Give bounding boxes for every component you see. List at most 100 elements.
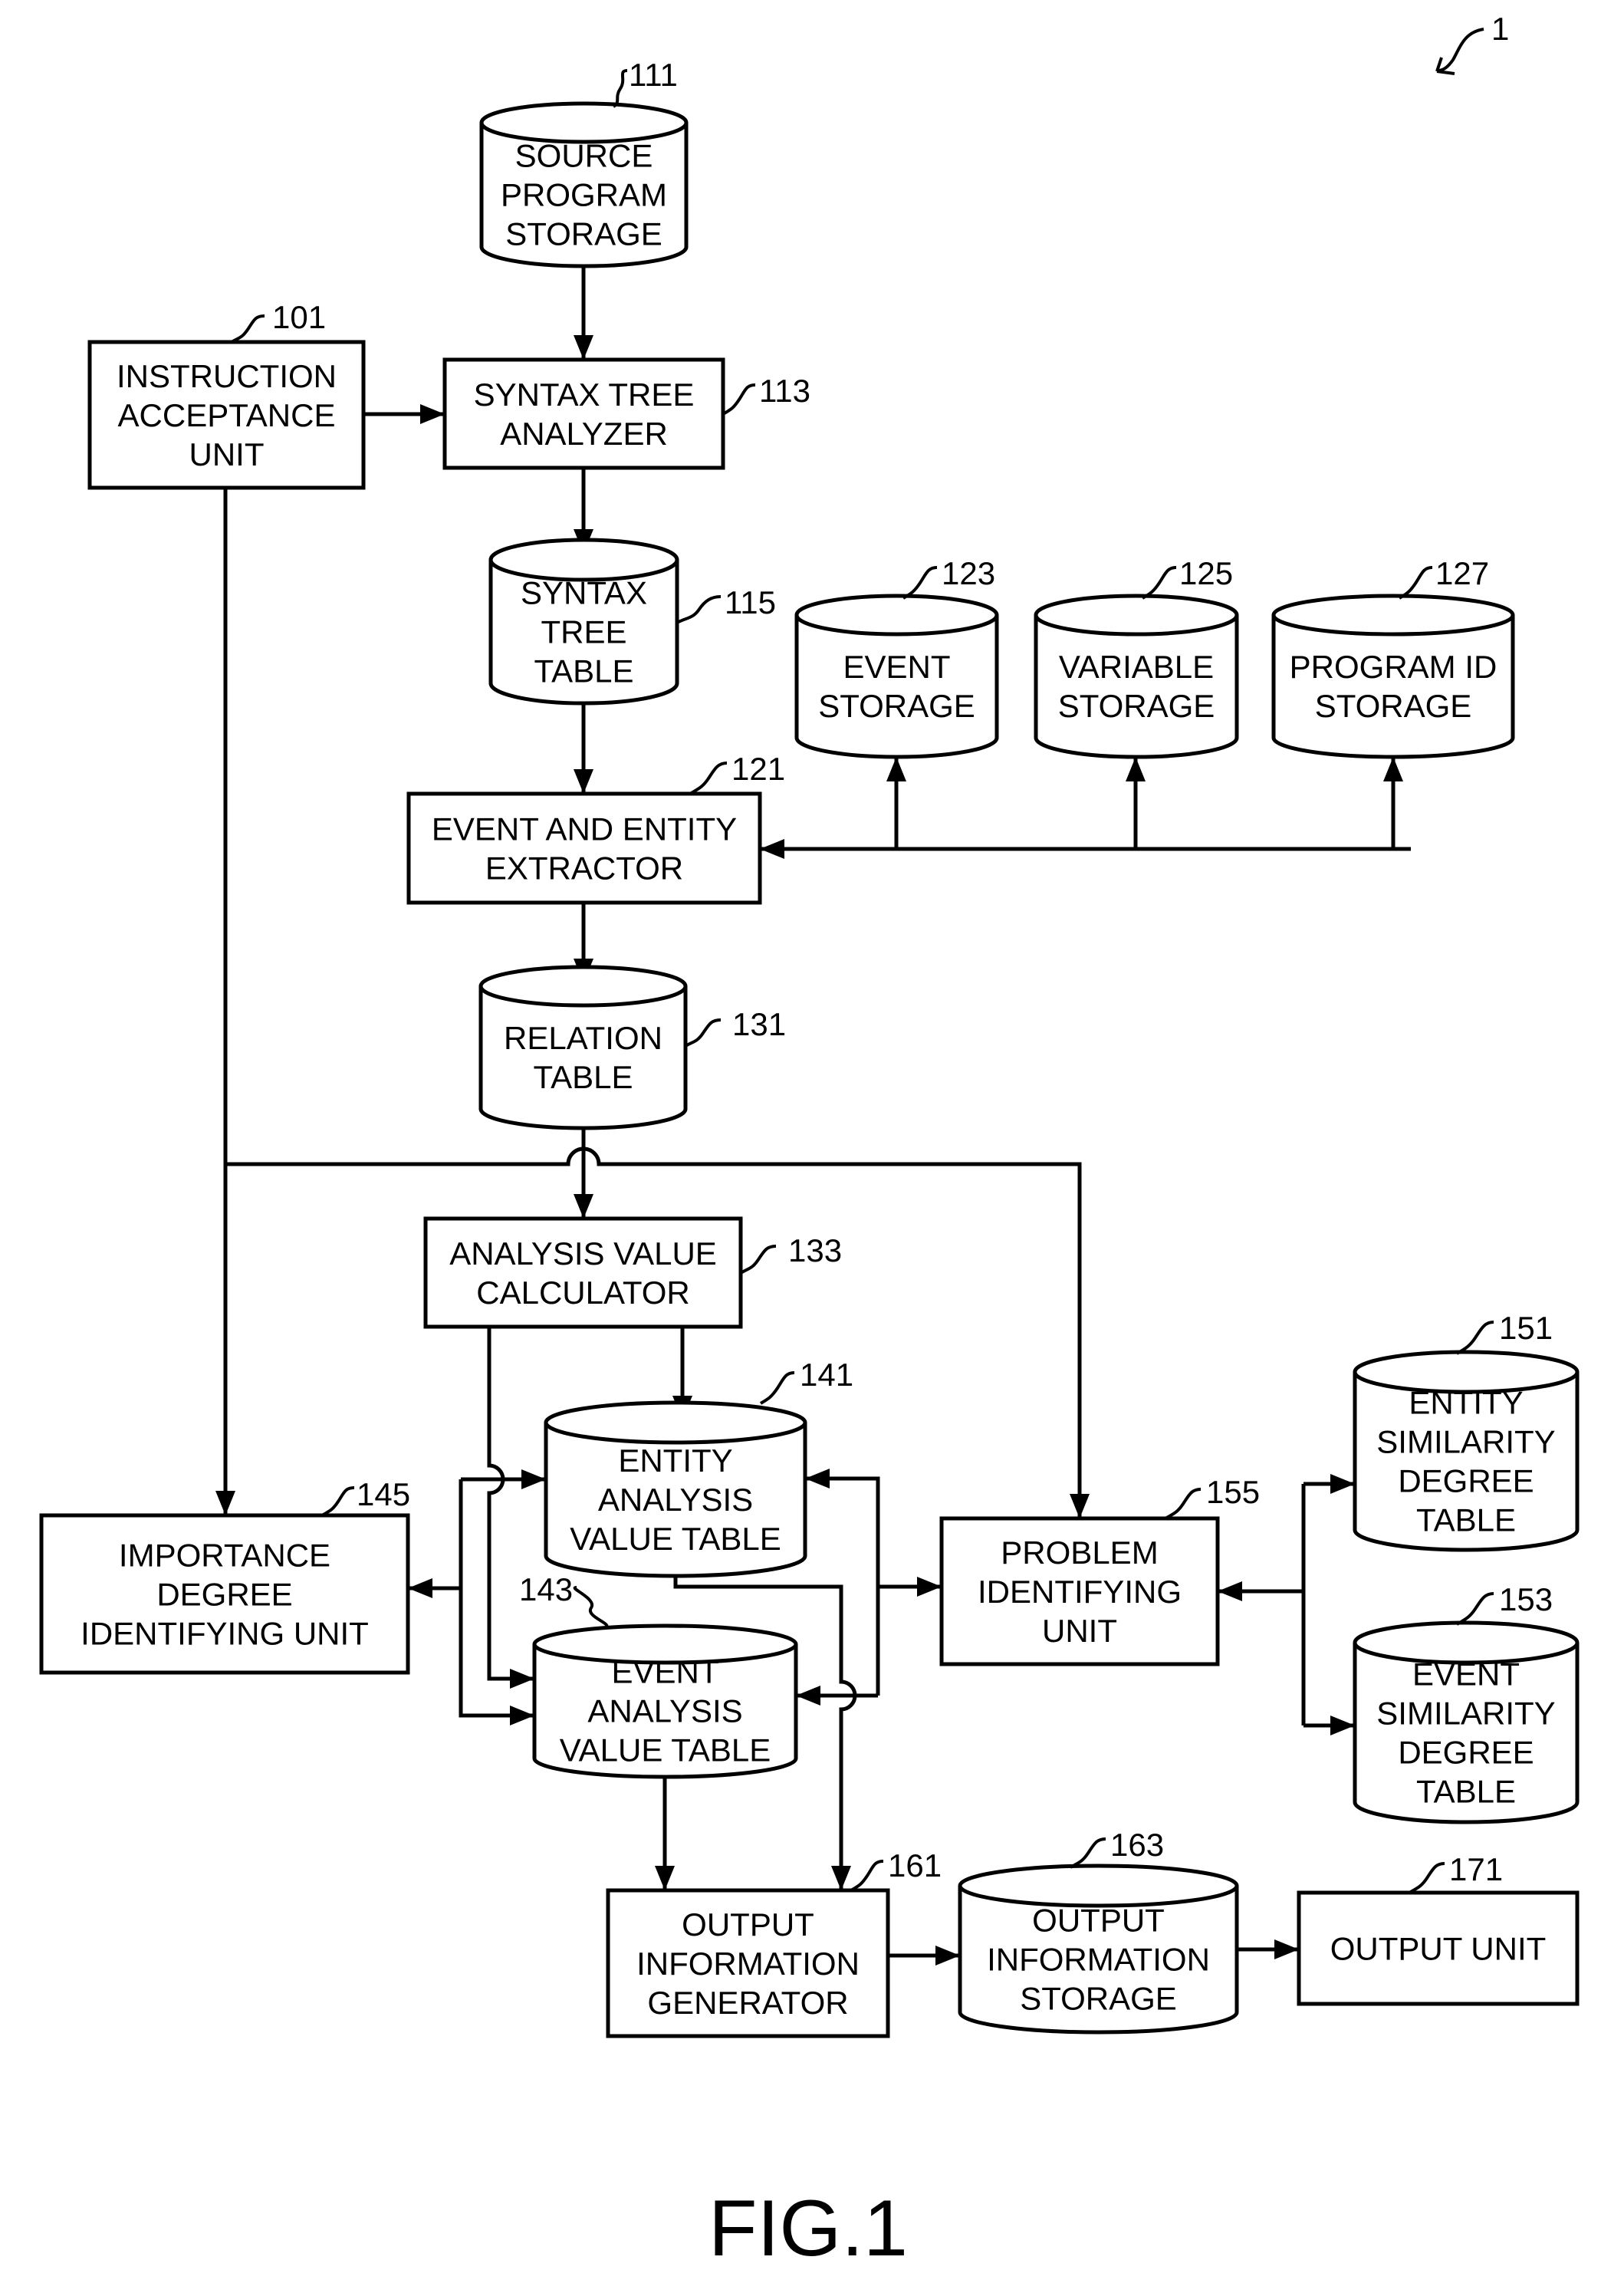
arrowhead <box>420 404 445 424</box>
relation-table-label-line: RELATION <box>504 1020 662 1056</box>
event-entity-extractor-reference-numeral: 121 <box>731 751 785 787</box>
analysis-value-calculator-leader-line <box>739 1245 777 1275</box>
syntax-tree-analyzer: SYNTAX TREEANALYZER <box>442 357 725 470</box>
output-information-generator-label-line: OUTPUT <box>682 1906 814 1943</box>
syntax-tree-table: SYNTAXTREETABLE <box>488 538 679 706</box>
entity-analysis-value-table-label-line: VALUE TABLE <box>570 1521 781 1557</box>
event-entity-extractor-box <box>406 791 762 905</box>
arrowhead <box>1070 1494 1090 1518</box>
relation-table-label-line: TABLE <box>534 1059 633 1095</box>
arrowhead <box>886 757 906 781</box>
arrowhead <box>760 839 784 859</box>
event-entity-extractor-leader-line <box>689 762 728 795</box>
output-information-storage-label-line: INFORMATION <box>987 1942 1210 1978</box>
event-similarity-degree-table-label-line: TABLE <box>1416 1774 1516 1810</box>
arrowhead <box>805 1469 830 1489</box>
variable-storage-label-line: VARIABLE <box>1059 649 1214 685</box>
importance-degree-identifying-unit-leader-line <box>321 1486 355 1517</box>
instruction-acceptance-unit-label-line: ACCEPTANCE <box>118 397 336 433</box>
relation-table-leader-line <box>684 1018 722 1048</box>
entity-similarity-degree-table: ENTITYSIMILARITYDEGREETABLE <box>1353 1350 1580 1552</box>
relation-table: RELATIONTABLE <box>478 965 688 1130</box>
output-information-generator-label-line: INFORMATION <box>636 1946 860 1982</box>
relation-table-reference-numeral: 131 <box>732 1006 786 1042</box>
source-program-storage-label-line: STORAGE <box>505 216 662 252</box>
program-id-storage-label-line: STORAGE <box>1315 688 1472 724</box>
entity-similarity-degree-table-label-line: ENTITY <box>1409 1385 1523 1421</box>
source-program-storage-label-line: PROGRAM <box>501 177 667 213</box>
importance-degree-identifying-unit-label-line: IDENTIFYING UNIT <box>81 1616 369 1652</box>
analysis-value-calculator-label-line: ANALYSIS VALUE <box>449 1235 717 1271</box>
instruction-acceptance-unit: INSTRUCTIONACCEPTANCEUNIT <box>87 340 366 490</box>
event-entity-extractor-label-line: EXTRACTOR <box>485 850 683 887</box>
source-program-storage: SOURCEPROGRAMSTORAGE <box>479 101 689 268</box>
arrowhead <box>1383 757 1403 781</box>
entity-similarity-degree-table-label-line: DEGREE <box>1398 1463 1534 1499</box>
entity-similarity-degree-table-reference-numeral: 151 <box>1499 1310 1553 1346</box>
arrowhead <box>1218 1581 1242 1601</box>
problem-identifying-unit-reference-numeral: 155 <box>1206 1474 1260 1510</box>
program-id-storage-leader-line <box>1398 566 1433 600</box>
output-unit-leader-line <box>1408 1862 1445 1894</box>
system-reference-arrow <box>1437 28 1484 72</box>
event-similarity-degree-table-reference-numeral: 153 <box>1499 1581 1553 1617</box>
problem-identifying-unit-label-line: PROBLEM <box>1001 1535 1158 1571</box>
entity-analysis-value-table-label-line: ANALYSIS <box>598 1482 753 1518</box>
syntax-tree-analyzer-label-line: SYNTAX TREE <box>474 377 695 413</box>
output-information-storage-label-line: OUTPUT <box>1032 1903 1165 1939</box>
variable-storage-reference-numeral: 125 <box>1179 555 1233 591</box>
arrowhead <box>574 335 593 360</box>
event-analysis-value-table-label-line: VALUE TABLE <box>560 1732 771 1768</box>
event-entity-extractor: EVENT AND ENTITYEXTRACTOR <box>406 791 762 905</box>
output-information-storage-reference-numeral: 163 <box>1110 1827 1164 1863</box>
instruction-acceptance-unit-label-line: UNIT <box>189 436 265 472</box>
entity-analysis-value-table: ENTITYANALYSISVALUE TABLE <box>544 1400 807 1578</box>
problem-identifying-unit-leader-line <box>1164 1488 1202 1520</box>
source-program-storage-reference-numeral: 111 <box>629 57 678 93</box>
variable-storage-label-line: STORAGE <box>1058 688 1215 724</box>
event-similarity-degree-table-leader-line <box>1455 1592 1494 1626</box>
event-similarity-degree-table-label-line: DEGREE <box>1398 1735 1534 1771</box>
connection-lines <box>215 266 1411 1966</box>
event-analysis-value-table-leader-line <box>573 1586 609 1630</box>
output-information-generator: OUTPUTINFORMATIONGENERATOR <box>606 1888 890 2038</box>
system-reference-numeral: 1 <box>1491 11 1509 47</box>
problem-identifying-unit-label-line: IDENTIFYING <box>978 1574 1182 1610</box>
instruction-acceptance-unit-leader-line <box>230 314 265 344</box>
source-program-storage-label-line: SOURCE <box>515 138 653 174</box>
analysis-value-calculator-reference-numeral: 133 <box>788 1232 842 1268</box>
syntax-tree-table-label-line: TREE <box>541 614 626 650</box>
event-storage-reference-numeral: 123 <box>942 555 995 591</box>
arrowhead <box>510 1669 534 1689</box>
instruction-acceptance-unit-label-line: INSTRUCTION <box>117 358 337 394</box>
arrowhead <box>574 769 593 794</box>
syntax-tree-table-leader-line <box>676 595 722 624</box>
entity-analysis-value-table-reference-numeral: 141 <box>800 1357 853 1393</box>
event-similarity-degree-table-label-line: EVENT <box>1412 1656 1520 1693</box>
arrowhead <box>574 1194 593 1219</box>
event-analysis-value-table-label-line: EVENT <box>611 1654 718 1690</box>
arrowhead <box>521 1469 546 1489</box>
output-information-generator-reference-numeral: 161 <box>888 1847 942 1883</box>
entity-similarity-degree-table-label-line: TABLE <box>1416 1502 1516 1538</box>
output-information-storage-label-line: STORAGE <box>1020 1981 1177 2017</box>
importance-degree-identifying-unit-label-line: DEGREE <box>156 1577 292 1613</box>
output-unit: OUTPUT UNIT <box>1297 1890 1580 2006</box>
arrowhead <box>1330 1474 1355 1494</box>
arrowhead <box>408 1578 432 1598</box>
event-analysis-value-table: EVENTANALYSISVALUE TABLE <box>532 1623 798 1779</box>
output-unit-reference-numeral: 171 <box>1449 1851 1503 1887</box>
importance-degree-identifying-unit-reference-numeral: 145 <box>357 1476 410 1512</box>
entity-analysis-value-table-leader-line <box>759 1371 795 1405</box>
block-diagram: SOURCEPROGRAMSTORAGEINSTRUCTIONACCEPTANC… <box>39 11 1580 2273</box>
output-information-generator-leader-line <box>850 1860 884 1892</box>
wire-calculator-to-event-table <box>487 1327 534 1681</box>
problem-identifying-unit: PROBLEMIDENTIFYINGUNIT <box>939 1516 1220 1666</box>
arrowhead <box>1274 1939 1299 1959</box>
importance-degree-identifying-unit-label-line: IMPORTANCE <box>119 1538 330 1574</box>
syntax-tree-table-label-line: SYNTAX <box>521 575 647 611</box>
event-entity-extractor-label-line: EVENT AND ENTITY <box>432 811 737 847</box>
importance-degree-identifying-unit: IMPORTANCEDEGREEIDENTIFYING UNIT <box>39 1513 410 1675</box>
analysis-value-calculator: ANALYSIS VALUE CALCULATOR <box>423 1216 743 1329</box>
event-analysis-value-table-label-line: ANALYSIS <box>587 1693 742 1729</box>
